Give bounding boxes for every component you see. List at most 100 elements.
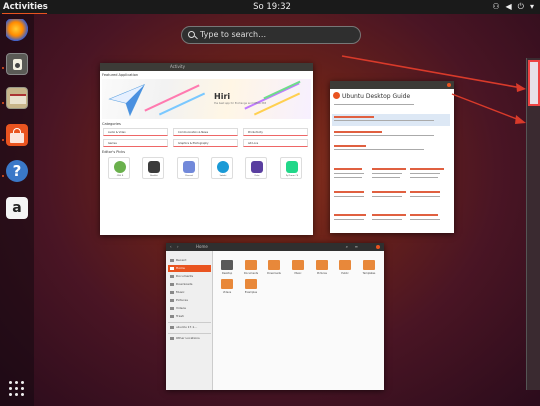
examples-folder-icon[interactable]: [245, 279, 257, 289]
featured-app-name: Hiri: [214, 92, 231, 101]
path-home[interactable]: Home: [196, 244, 208, 249]
system-tray[interactable]: ⚇ ◀ ⏻ ▾: [492, 0, 534, 14]
category-productivity[interactable]: Productivity: [243, 128, 308, 136]
guide-title: Ubuntu Desktop Guide: [342, 93, 411, 100]
help-window[interactable]: Ubuntu Desktop Guide: [330, 81, 454, 233]
show-applications-icon[interactable]: [9, 381, 24, 396]
disc-icon: [170, 326, 174, 329]
section-link[interactable]: [372, 214, 406, 216]
pick-label: Krita: [254, 175, 260, 177]
pick-label: Bookbit: [150, 175, 158, 177]
software-icon[interactable]: [6, 124, 28, 146]
search-icon[interactable]: ⌕: [346, 243, 348, 251]
documents-folder-icon[interactable]: [245, 260, 257, 270]
rhythmbox-icon[interactable]: [6, 53, 28, 75]
network-icon[interactable]: ⚇: [492, 0, 499, 14]
activities-button[interactable]: Activities: [3, 0, 48, 14]
category-games[interactable]: Games: [103, 139, 168, 147]
section-link[interactable]: [334, 168, 362, 170]
pick-card[interactable]: Sabaki: [211, 157, 233, 179]
public-folder-icon[interactable]: [339, 260, 351, 270]
help-icon[interactable]: ?: [6, 160, 28, 182]
close-icon[interactable]: [376, 245, 380, 249]
text-line: [372, 173, 402, 174]
top-bar: Activities So 19:32 ⚇ ◀ ⏻ ▾: [0, 0, 540, 14]
sidebar-item-videos[interactable]: Videos: [168, 305, 211, 312]
menu-icon[interactable]: ≡: [355, 243, 358, 251]
divider: [168, 322, 211, 323]
clock-icon: [170, 259, 174, 262]
categories-heading: Categories: [102, 122, 121, 126]
section-link[interactable]: [410, 214, 438, 216]
sidebar-label: Documents: [176, 274, 194, 278]
featured-banner[interactable]: Hiri the best app for Exchange and Offic…: [102, 79, 311, 119]
power-icon[interactable]: ⏻: [518, 0, 524, 14]
discord-icon: [183, 161, 195, 173]
sidebar-item-documents[interactable]: Documents: [168, 273, 211, 280]
firefox-icon[interactable]: [6, 19, 28, 41]
pick-label: GNU R: [116, 175, 124, 177]
sidebar-label: Videos: [176, 306, 186, 310]
pick-card[interactable]: GNU R: [108, 157, 130, 179]
sidebar-item-drive[interactable]: ubuntu 17.1…: [168, 324, 211, 331]
music-folder-icon[interactable]: [292, 260, 304, 270]
amazon-icon[interactable]: a: [6, 197, 28, 219]
sidebar-item-music[interactable]: Music: [168, 289, 211, 296]
close-icon[interactable]: [447, 83, 451, 87]
sidebar-item-home[interactable]: Home: [168, 265, 211, 272]
files-icon[interactable]: [6, 87, 28, 109]
files-window[interactable]: ‹ › Home ⌕ ≡ Recent Home Documents Downl…: [166, 243, 384, 390]
text-line: [334, 120, 434, 121]
category-addons[interactable]: Add-ons: [243, 139, 308, 147]
files-sidebar: Recent Home Documents Downloads Music Pi…: [166, 251, 213, 390]
chevron-down-icon[interactable]: ▾: [530, 0, 534, 14]
folder-label: Downloads: [267, 272, 281, 275]
search-input[interactable]: Type to search…: [181, 26, 361, 44]
download-icon: [170, 283, 174, 286]
running-indicator: [2, 139, 4, 141]
text-line: [334, 149, 424, 150]
pick-card[interactable]: Discord: [177, 157, 199, 179]
section-link[interactable]: [410, 168, 444, 170]
forward-icon[interactable]: ›: [177, 243, 179, 251]
pick-card[interactable]: Bookbit: [142, 157, 164, 179]
pycharm-icon: [286, 161, 298, 173]
section-link[interactable]: [410, 191, 440, 193]
category-audio-video[interactable]: Audio & Video: [103, 128, 168, 136]
section-link[interactable]: [334, 191, 364, 193]
folder-label: Music: [294, 272, 302, 275]
sidebar-label: Home: [176, 266, 185, 270]
category-communication[interactable]: Communication & News: [173, 128, 238, 136]
clock[interactable]: So 19:32: [244, 0, 300, 14]
folder-label: Public: [341, 272, 349, 275]
software-window[interactable]: Activity Featured Application Hiri the b…: [100, 63, 313, 235]
sidebar-item-recent[interactable]: Recent: [168, 257, 211, 264]
link-line: [334, 145, 366, 147]
sidebar-item-other-locations[interactable]: Other Locations: [168, 335, 211, 342]
section-link[interactable]: [372, 168, 406, 170]
files-headerbar: ‹ › Home ⌕ ≡: [166, 243, 384, 251]
folder-label: Examples: [244, 291, 258, 294]
sidebar-item-trash[interactable]: Trash: [168, 313, 211, 320]
downloads-folder-icon[interactable]: [268, 260, 280, 270]
templates-folder-icon[interactable]: [363, 260, 375, 270]
videos-folder-icon[interactable]: [221, 279, 233, 289]
back-icon[interactable]: ‹: [170, 243, 172, 251]
section-link[interactable]: [334, 214, 366, 216]
sidebar-item-downloads[interactable]: Downloads: [168, 281, 211, 288]
sidebar-label: Trash: [176, 314, 184, 318]
section-link[interactable]: [372, 191, 406, 193]
pick-card[interactable]: PyCharm CE: [280, 157, 302, 179]
running-indicator: [2, 175, 4, 177]
category-graphics[interactable]: Graphics & Photography: [173, 139, 238, 147]
text-line: [334, 196, 364, 197]
workspace-switcher[interactable]: [526, 58, 540, 390]
volume-icon[interactable]: ◀: [506, 0, 512, 14]
pick-card[interactable]: Krita: [245, 157, 267, 179]
dock: ? a: [0, 14, 34, 406]
sidebar-item-pictures[interactable]: Pictures: [168, 297, 211, 304]
link-line: [334, 116, 374, 118]
pictures-folder-icon[interactable]: [316, 260, 328, 270]
workspace-thumbnail-active[interactable]: [528, 60, 540, 106]
desktop-folder-icon[interactable]: [221, 260, 233, 270]
